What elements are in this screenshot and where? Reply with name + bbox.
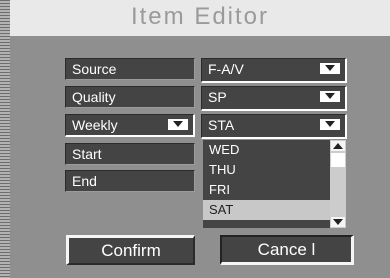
- scroll-down-arrow-icon[interactable]: [331, 217, 345, 227]
- end-label: End: [65, 170, 195, 192]
- list-item-thu[interactable]: THU: [203, 160, 346, 180]
- list-item-wed[interactable]: WED: [203, 140, 346, 160]
- list-item-sat[interactable]: SAT: [203, 200, 346, 220]
- dropdown-arrow-icon[interactable]: [168, 119, 188, 130]
- dropdown-arrow-icon[interactable]: [320, 91, 340, 102]
- source-value: F-A/V: [208, 61, 244, 77]
- left-edge-stripes: [0, 0, 10, 278]
- weekly-value: STA: [208, 117, 235, 133]
- title-bar: Item Editor: [10, 0, 390, 36]
- start-label: Start: [65, 143, 195, 165]
- list-item-fri[interactable]: FRI: [203, 180, 346, 200]
- weekly-label: Weekly: [72, 117, 118, 133]
- page-title: Item Editor: [130, 3, 270, 30]
- quality-value: SP: [208, 89, 227, 105]
- list-scrollbar[interactable]: [330, 140, 346, 228]
- confirm-button[interactable]: Confirm: [66, 235, 195, 265]
- source-label: Source: [65, 58, 195, 80]
- item-editor-screen: Item Editor Source Quality Weekly Start …: [0, 0, 390, 278]
- quality-dropdown[interactable]: SP: [201, 86, 347, 111]
- weekly-dropdown[interactable]: Weekly: [65, 114, 195, 137]
- cancel-button[interactable]: Cance l: [220, 235, 354, 265]
- day-list[interactable]: WED THU FRI SAT: [203, 140, 346, 228]
- scroll-up-arrow-icon[interactable]: [331, 141, 345, 151]
- dropdown-arrow-icon[interactable]: [320, 119, 340, 130]
- quality-label: Quality: [65, 86, 195, 108]
- dropdown-arrow-icon[interactable]: [320, 63, 340, 74]
- scroll-thumb[interactable]: [331, 153, 345, 167]
- source-dropdown[interactable]: F-A/V: [201, 58, 347, 83]
- weekly-value-dropdown[interactable]: STA: [201, 114, 347, 139]
